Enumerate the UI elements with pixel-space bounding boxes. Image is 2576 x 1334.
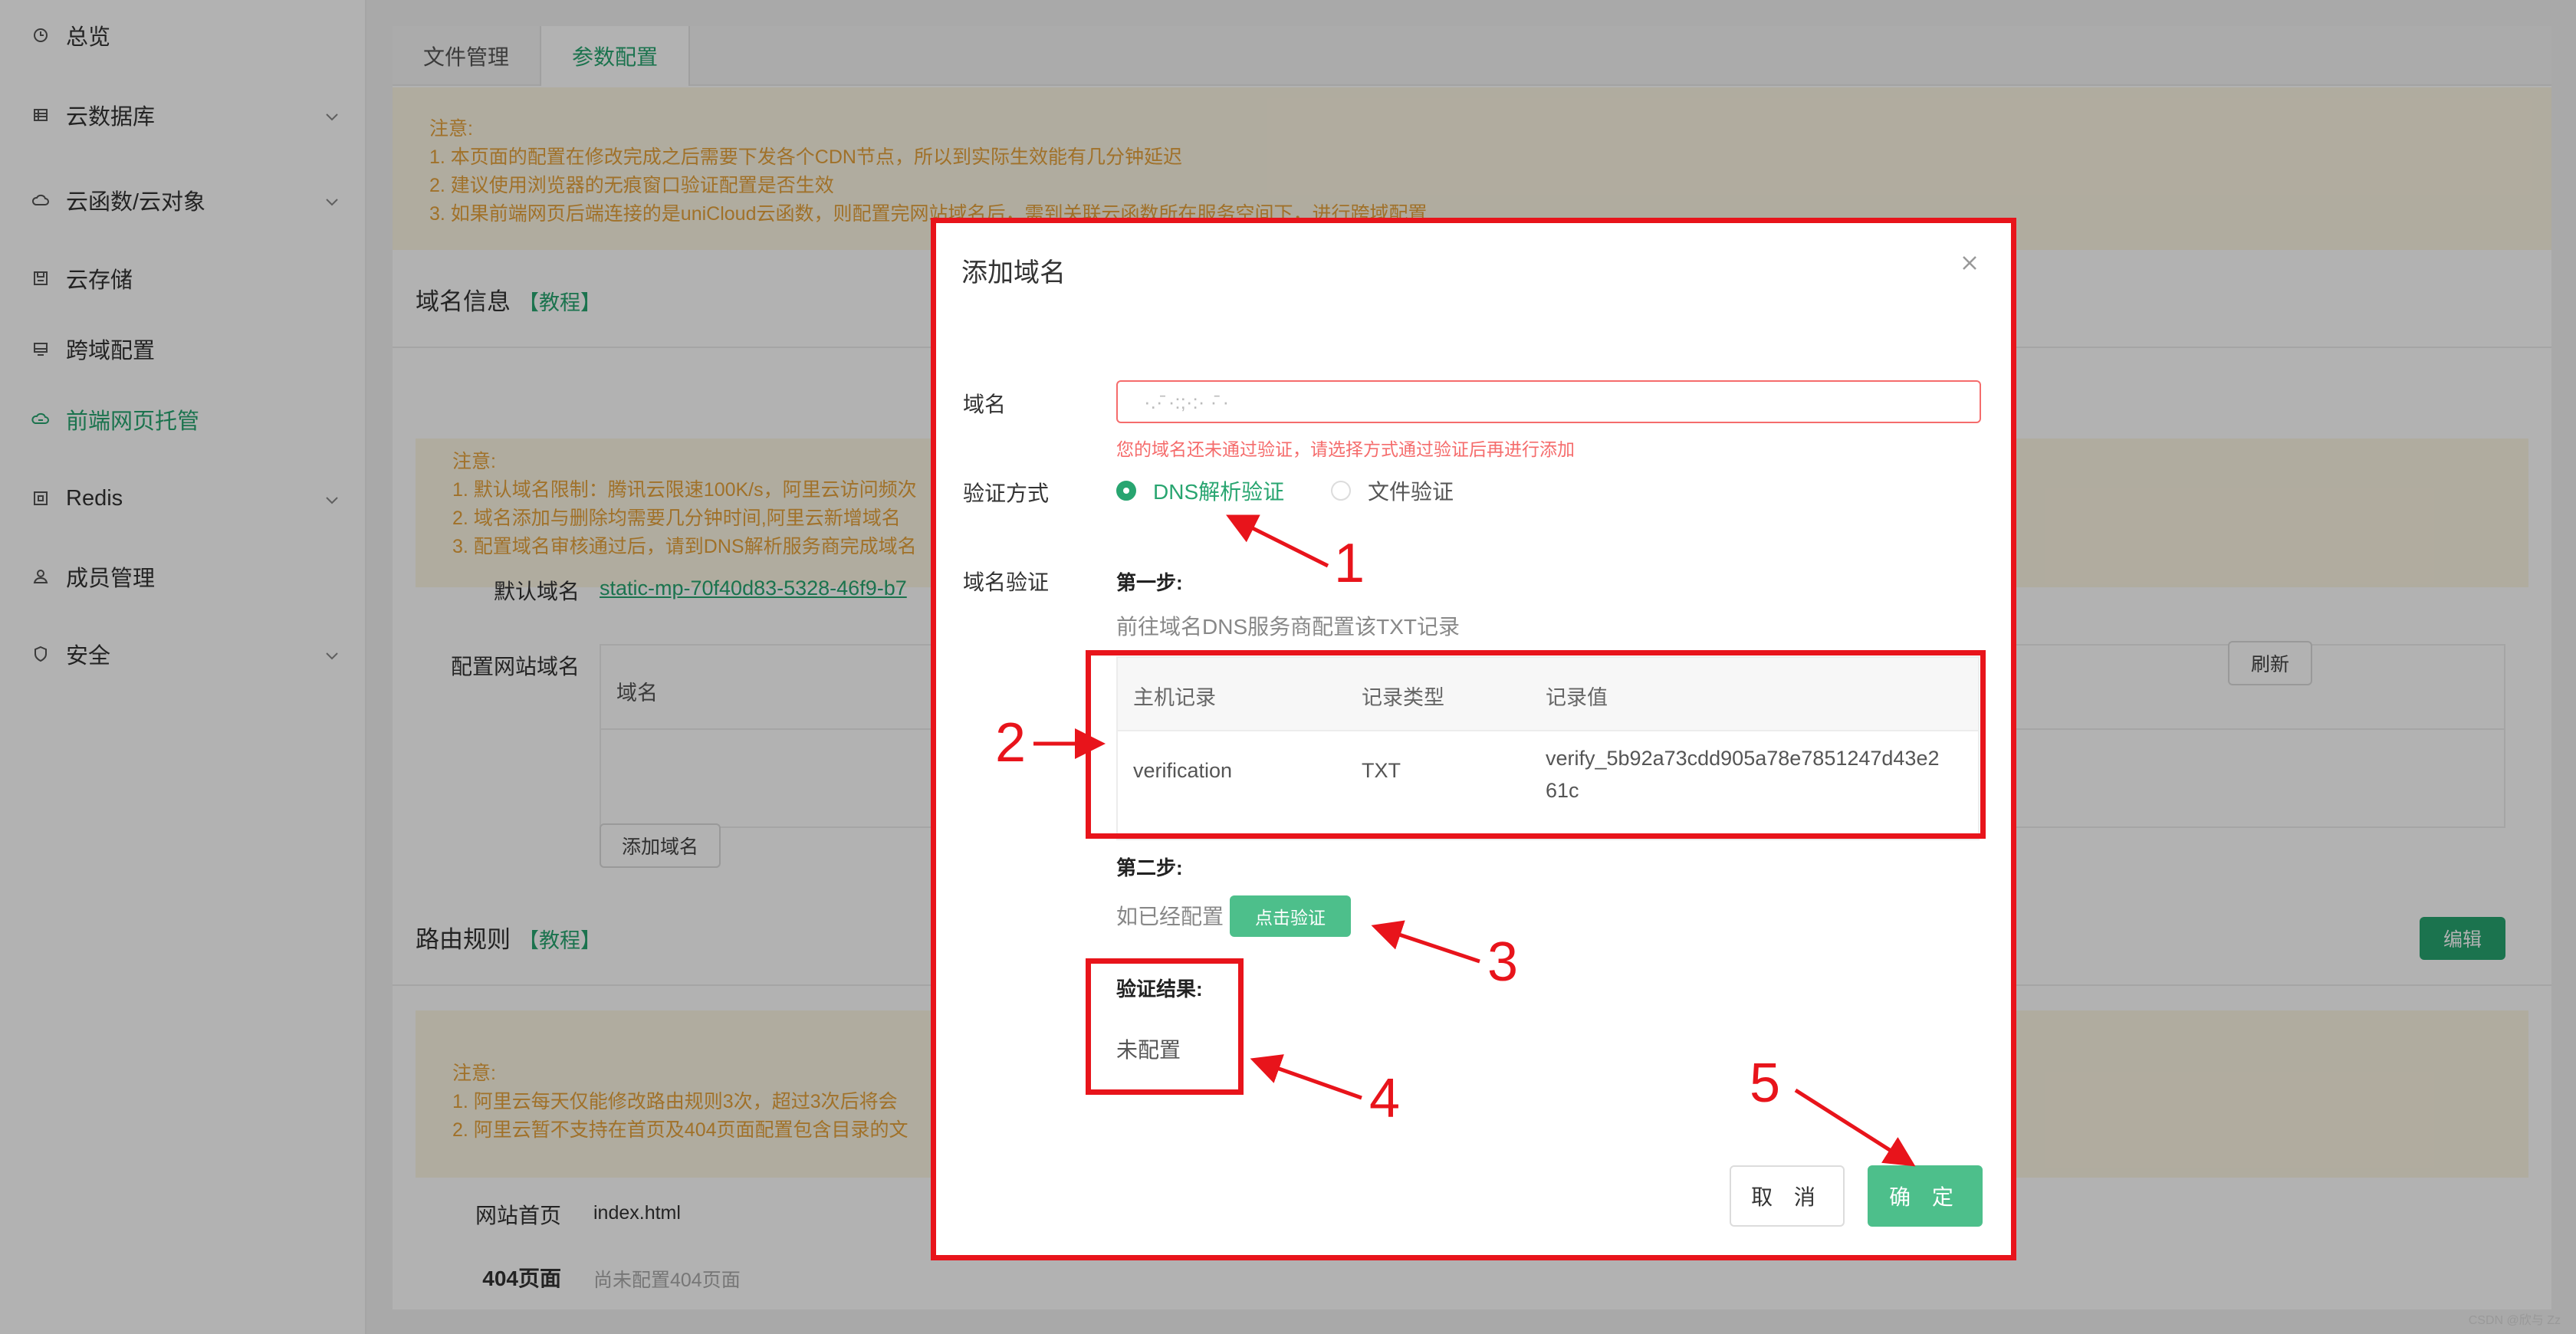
annotation-arrows (1033, 514, 1916, 1167)
arrow-3 (1371, 920, 1480, 964)
annotation-number-5: 5 (1750, 1053, 1781, 1114)
arrow-4 (1250, 1054, 1362, 1100)
annotation-number-4: 4 (1369, 1068, 1401, 1129)
annotation-number-1: 1 (1334, 533, 1365, 594)
watermark: CSDN @欣与 Zz (2468, 1314, 2561, 1327)
annotation-number-2: 2 (995, 712, 1027, 774)
annotation-number-3: 3 (1487, 932, 1519, 993)
arrow-1 (1226, 514, 1329, 568)
arrow-5 (1794, 1088, 1916, 1167)
